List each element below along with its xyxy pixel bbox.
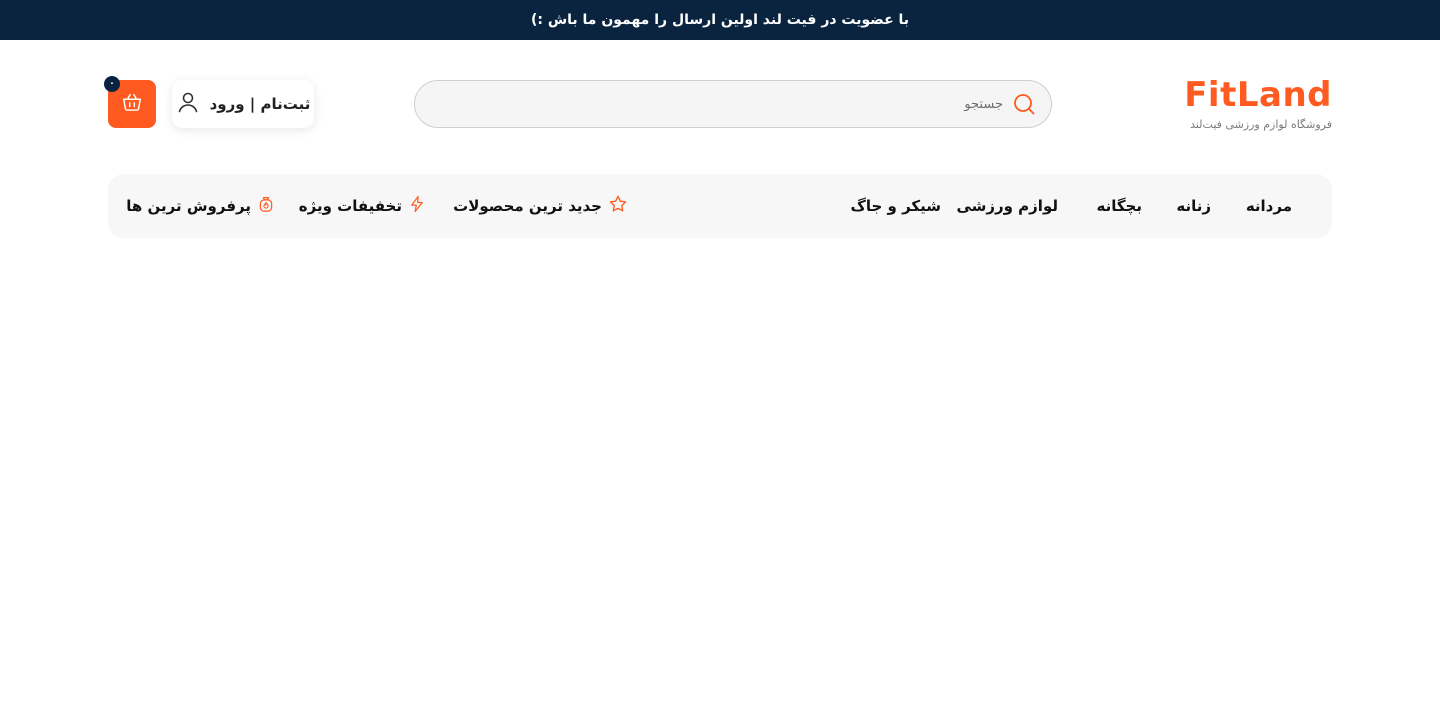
nav-item-label: لوازم ورزشی [956, 197, 1058, 215]
flame-badge-icon [257, 194, 275, 218]
search-input[interactable] [429, 96, 1003, 112]
nav-item-special-discounts[interactable]: تخفیفات ویژه [299, 174, 426, 238]
cart-count-badge: ۰ [104, 76, 120, 92]
announcement-text: با عضویت در فیت لند اولین ارسال را مهمون… [530, 12, 910, 28]
star-icon [608, 194, 628, 218]
nav-item-label: جدید ترین محصولات [453, 197, 602, 215]
search-bar[interactable] [414, 80, 1052, 128]
nav-item-label: تخفیفات ویژه [298, 197, 402, 215]
main-navigation: مردانه زنانه بچگانه لوازم ورزشی شیکر و ج… [108, 174, 1332, 238]
logo-subtitle: فروشگاه لوازم ورزشی فیت‌لند [1190, 118, 1332, 131]
nav-item-label: شیکر و جاگ [850, 197, 942, 215]
login-register-button[interactable]: ثبت‌نام | ورود [172, 80, 314, 128]
nav-item-label: پرفروش ترین ها [126, 197, 251, 215]
nav-item-men[interactable]: مردانه [1246, 174, 1292, 238]
logo-text: FitLand [1184, 75, 1332, 115]
nav-item-bestsellers[interactable]: پرفروش ترین ها [126, 174, 275, 238]
cart-button[interactable]: ۰ [104, 76, 156, 128]
user-icon [176, 90, 200, 118]
basket-icon [121, 91, 143, 117]
login-register-label: ثبت‌نام | ورود [209, 95, 311, 113]
nav-item-newest-products[interactable]: جدید ترین محصولات [453, 174, 628, 238]
nav-item-label: مردانه [1245, 197, 1292, 215]
lightning-icon [408, 194, 426, 218]
site-logo[interactable]: FitLand فروشگاه لوازم ورزشی فیت‌لند [1172, 76, 1332, 136]
nav-item-label: زنانه [1176, 197, 1211, 215]
search-icon[interactable] [1011, 91, 1037, 117]
announcement-bar: با عضویت در فیت لند اولین ارسال را مهمون… [0, 0, 1440, 40]
nav-item-kids[interactable]: بچگانه [1096, 174, 1142, 238]
nav-item-women[interactable]: زنانه [1176, 174, 1211, 238]
nav-item-sports-equipment[interactable]: لوازم ورزشی [956, 174, 1058, 238]
nav-item-label: بچگانه [1096, 197, 1142, 215]
nav-item-shaker-jug[interactable]: شیکر و جاگ [851, 174, 942, 238]
